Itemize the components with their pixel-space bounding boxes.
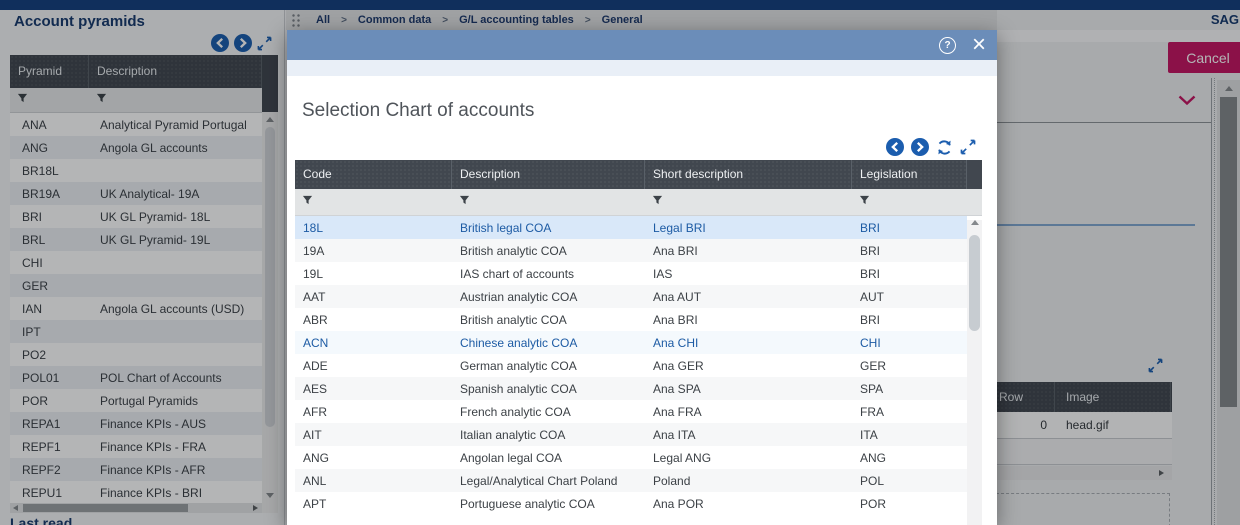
cell-legislation: BRI	[860, 243, 881, 258]
cell-short-description: IAS	[653, 266, 673, 281]
dialog-title: Selection Chart of accounts	[302, 100, 535, 121]
cell-description: German analytic COA	[460, 358, 577, 373]
cell-legislation: POR	[860, 496, 887, 511]
cell-code: AAT	[303, 289, 326, 304]
cell-legislation: GER	[860, 358, 887, 373]
cell-code: ADE	[303, 358, 328, 373]
cell-code: ANG	[303, 450, 330, 465]
filter-cell	[452, 189, 645, 215]
cell-description: British analytic COA	[460, 243, 567, 258]
filter-icon[interactable]	[859, 193, 870, 211]
cell-legislation: ANG	[860, 450, 887, 465]
table-row[interactable]: APT Portuguese analytic COA Ana POR POR	[295, 492, 967, 515]
cell-legislation: FRA	[860, 404, 884, 419]
table-row[interactable]: AIT Italian analytic COA Ana ITA ITA	[295, 423, 967, 446]
cell-code: AES	[303, 381, 328, 396]
column-header[interactable]: Description	[452, 160, 645, 189]
help-icon[interactable]	[939, 37, 956, 54]
cell-legislation: BRI	[860, 266, 881, 281]
cell-description: Italian analytic COA	[460, 427, 566, 442]
app-root: SAG All > Common data > G/L accounting table…	[0, 0, 1240, 525]
cell-short-description: Ana BRI	[653, 312, 698, 327]
cell-code: ABR	[303, 312, 328, 327]
column-header[interactable]: Code	[295, 160, 452, 189]
filter-cell	[852, 189, 967, 215]
dialog-header-strip	[287, 60, 997, 76]
scrollbar-filter-cap	[967, 189, 982, 216]
filter-cell	[645, 189, 852, 215]
cell-code: AFR	[303, 404, 327, 419]
scrollbar-header-cap	[967, 160, 982, 189]
expand-icon[interactable]	[960, 139, 976, 155]
dialog-header	[287, 30, 997, 60]
cell-description: Portuguese analytic COA	[460, 496, 595, 511]
table-row[interactable]: 19L IAS chart of accounts IAS BRI	[295, 262, 967, 285]
coa-table-header: Code Description Short description Legislat…	[295, 160, 967, 189]
table-row[interactable]: AFR French analytic COA Ana FRA FRA	[295, 400, 967, 423]
cell-description: Legal/Analytical Chart Poland	[460, 473, 618, 488]
table-row[interactable]: AAT Austrian analytic COA Ana AUT AUT	[295, 285, 967, 308]
cell-short-description: Ana GER	[653, 358, 704, 373]
cell-short-description: Ana CHI	[653, 335, 699, 350]
table-row[interactable]: ACN Chinese analytic COA Ana CHI CHI	[295, 331, 967, 354]
cell-short-description: Poland	[653, 473, 691, 488]
cell-legislation: BRI	[860, 220, 881, 235]
cell-legislation: SPA	[860, 381, 884, 396]
coa-table-filter	[295, 189, 967, 216]
cell-legislation: AUT	[860, 289, 884, 304]
cell-description: Austrian analytic COA	[460, 289, 578, 304]
column-header[interactable]: Short description	[645, 160, 852, 189]
coa-table-body: 18L British legal COA Legal BRI BRI 19A Briti…	[295, 216, 967, 515]
coa-table-vscrollbar[interactable]	[967, 160, 982, 525]
table-row[interactable]: 19A British analytic COA Ana BRI BRI	[295, 239, 967, 262]
table-row[interactable]: ANG Angolan legal COA Legal ANG ANG	[295, 446, 967, 469]
cell-short-description: Legal BRI	[653, 220, 706, 235]
table-row[interactable]: AES Spanish analytic COA Ana SPA SPA	[295, 377, 967, 400]
filter-cell	[295, 189, 452, 215]
filter-icon[interactable]	[302, 193, 313, 211]
cell-code: 18L	[303, 220, 324, 235]
coa-table: Code Description Short description Legislat…	[295, 160, 982, 525]
cell-legislation: POL	[860, 473, 885, 488]
cell-description: British analytic COA	[460, 312, 567, 327]
cell-legislation: ITA	[860, 427, 878, 442]
selection-dialog: Selection Chart of accounts CodeDescript…	[287, 30, 997, 525]
cell-short-description: Ana SPA	[653, 381, 701, 396]
filter-icon[interactable]	[652, 193, 663, 211]
cell-code: AIT	[303, 427, 322, 442]
table-row[interactable]: 18L British legal COA Legal BRI BRI	[295, 216, 967, 239]
cell-description: IAS chart of accounts	[460, 266, 575, 281]
cell-code: 19L	[303, 266, 324, 281]
table-row[interactable]: ABR British analytic COA Ana BRI BRI	[295, 308, 967, 331]
scrollbar-thumb[interactable]	[969, 235, 980, 331]
refresh-icon[interactable]	[936, 139, 953, 156]
cell-description: Spanish analytic COA	[460, 381, 577, 396]
cell-description: French analytic COA	[460, 404, 571, 419]
cell-legislation: CHI	[860, 335, 881, 350]
scroll-up-arrow[interactable]	[970, 220, 979, 225]
scrollbar-track[interactable]	[967, 220, 982, 525]
close-icon[interactable]	[972, 30, 986, 60]
cell-code: ANL	[303, 473, 327, 488]
cell-short-description: Ana ITA	[653, 427, 696, 442]
cell-code: ACN	[303, 335, 329, 350]
cell-short-description: Ana POR	[653, 496, 704, 511]
dialog-toolbar	[886, 138, 976, 156]
cell-description: Angolan legal COA	[460, 450, 563, 465]
cell-short-description: Ana BRI	[653, 243, 698, 258]
cell-legislation: BRI	[860, 312, 881, 327]
next-page-icon[interactable]	[911, 138, 929, 156]
cell-short-description: Ana FRA	[653, 404, 702, 419]
table-row[interactable]: ANL Legal/Analytical Chart Poland Poland PO…	[295, 469, 967, 492]
cell-short-description: Ana AUT	[653, 289, 702, 304]
filter-icon[interactable]	[459, 193, 470, 211]
previous-page-icon[interactable]	[886, 138, 904, 156]
cell-short-description: Legal ANG	[653, 450, 712, 465]
table-row[interactable]: ADE German analytic COA Ana GER GER	[295, 354, 967, 377]
cell-description: Chinese analytic COA	[460, 335, 578, 350]
column-header[interactable]: Legislation	[852, 160, 967, 189]
cell-description: British legal COA	[460, 220, 552, 235]
cell-code: 19A	[303, 243, 325, 258]
cell-code: APT	[303, 496, 327, 511]
